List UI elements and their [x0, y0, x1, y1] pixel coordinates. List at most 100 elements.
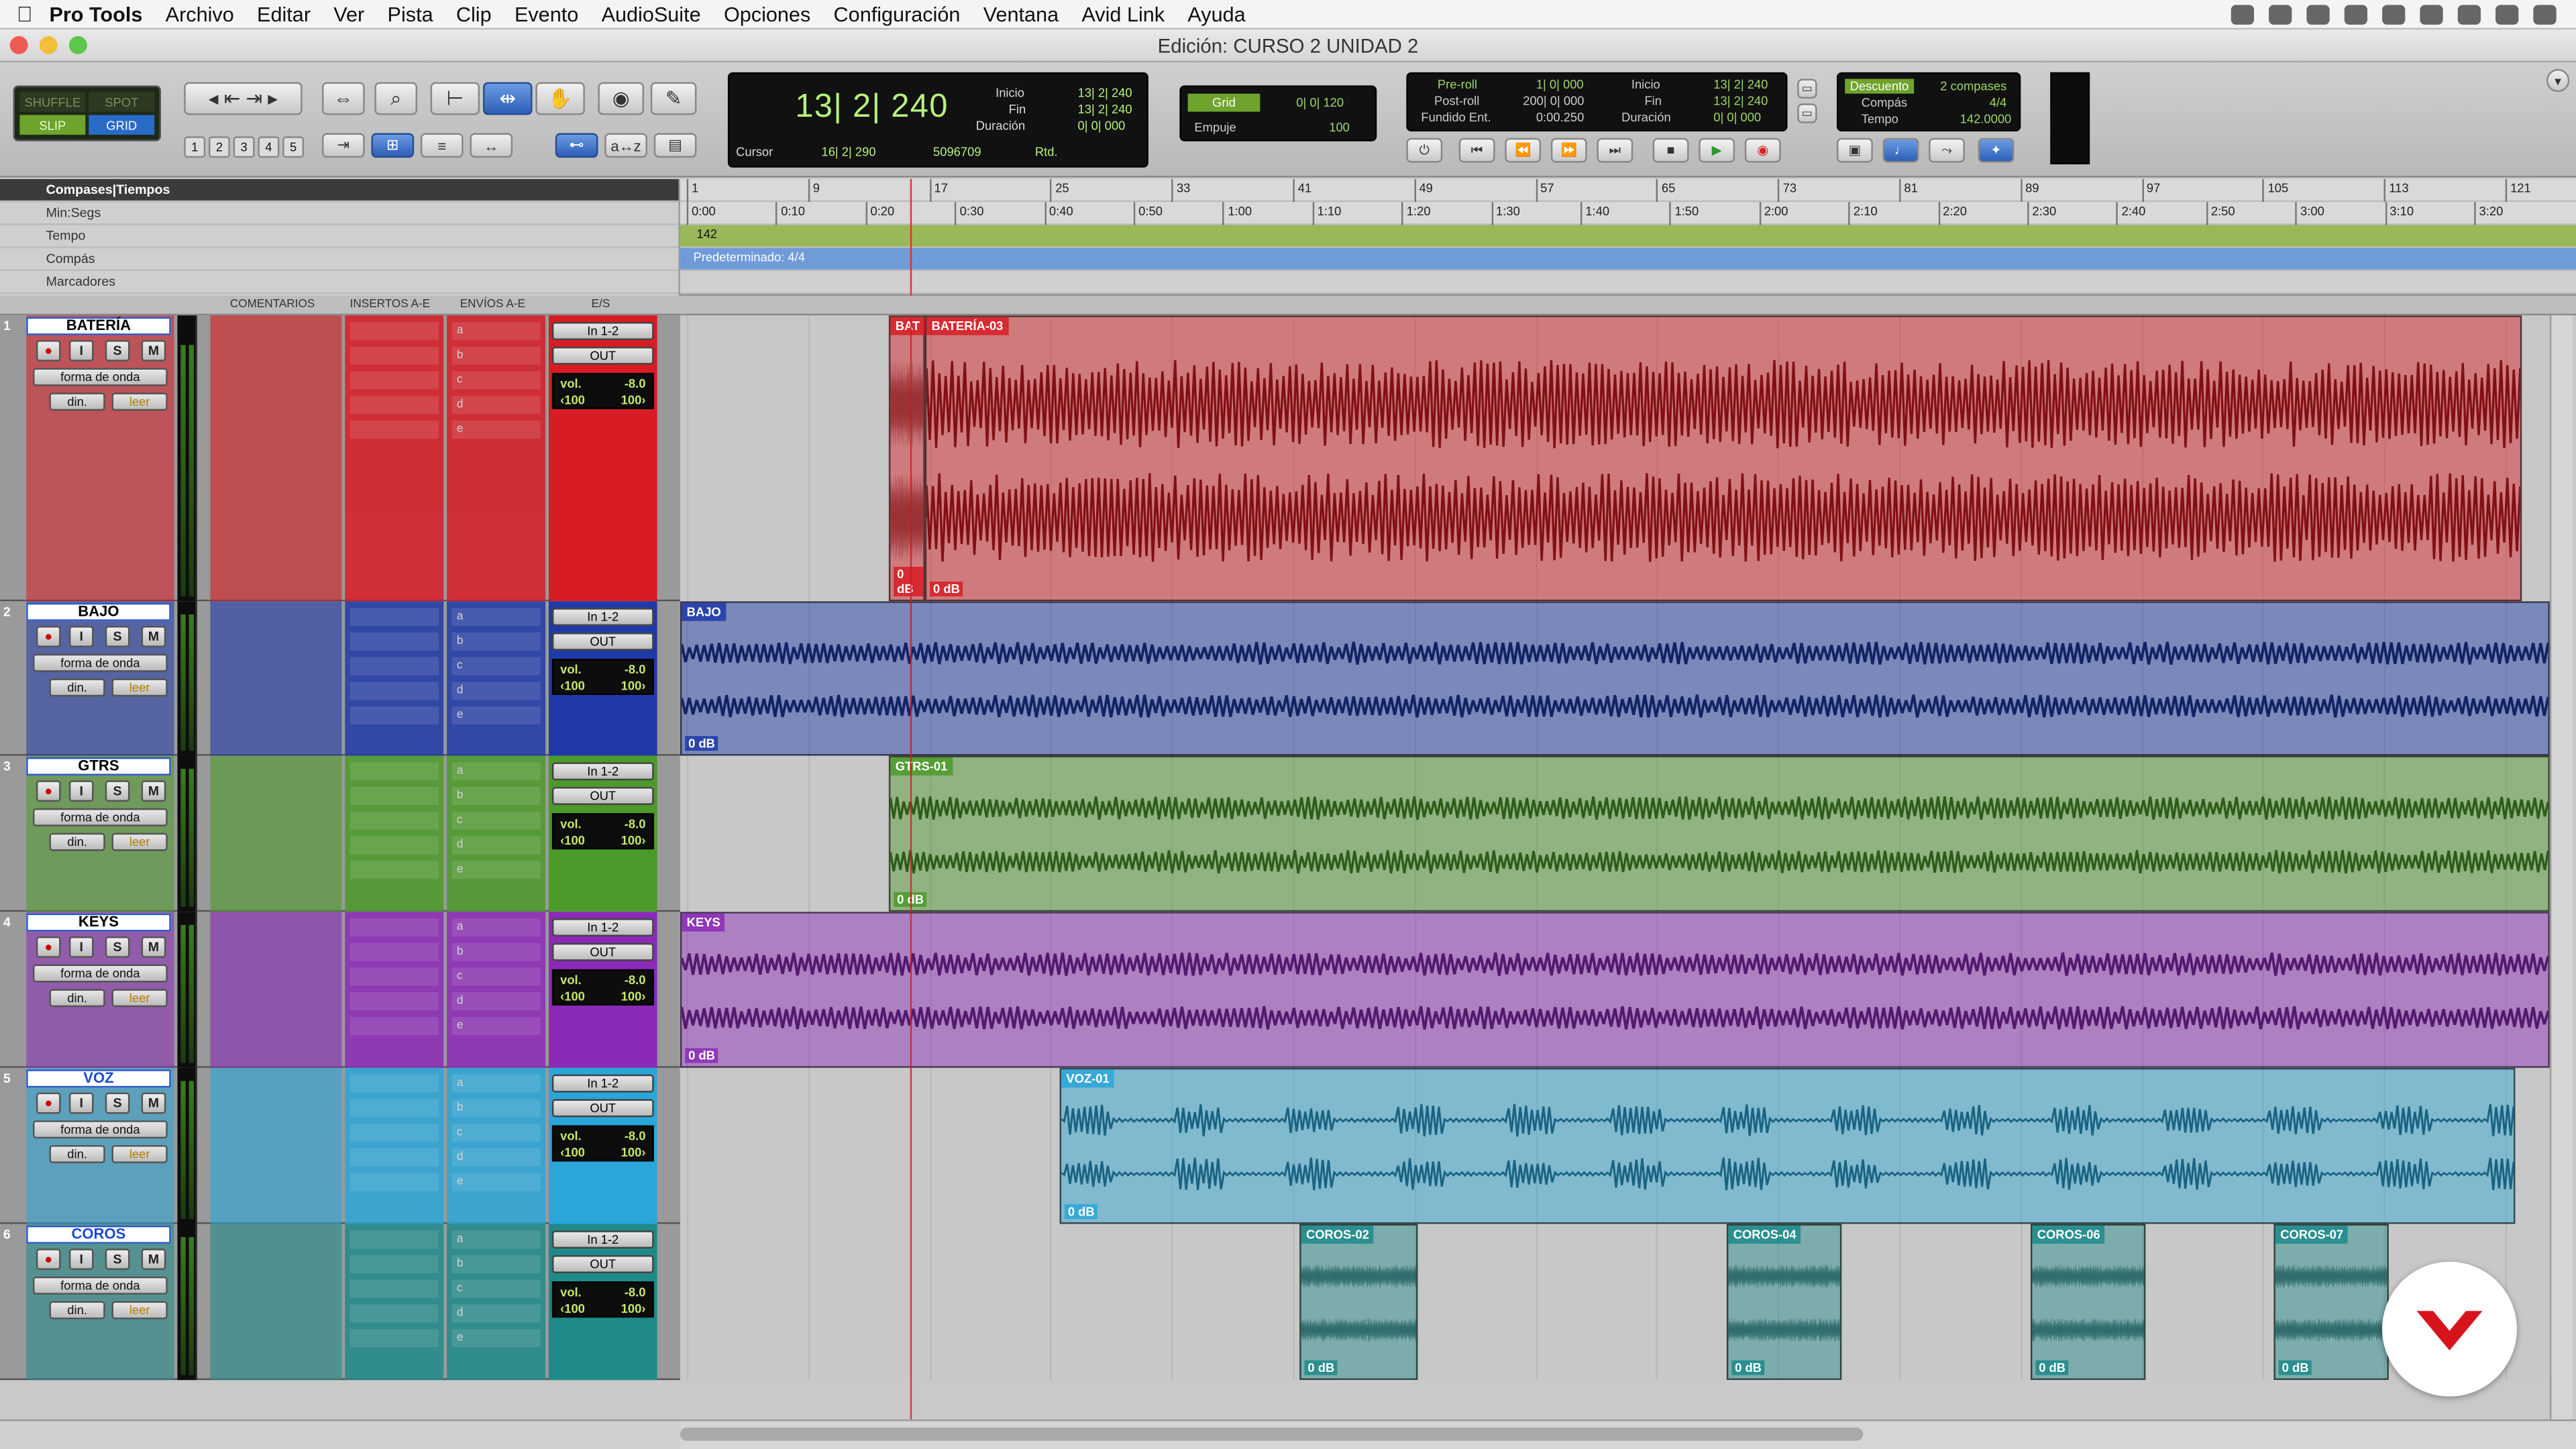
track-playlist-lane[interactable]: BAT 0 dB BATERÍA-03 0 dB	[680, 315, 2576, 602]
scroll-thumb[interactable]	[680, 1428, 1864, 1441]
audio-clip[interactable]: COROS-07 0 dB	[2273, 1224, 2389, 1381]
insert-slot[interactable]	[350, 836, 439, 855]
solo-button[interactable]: S	[105, 339, 130, 362]
insert-slot[interactable]	[350, 1124, 439, 1142]
zoom-preset-5[interactable]: 5	[282, 136, 305, 158]
minsegs-ruler[interactable]: 0:00 0:10 0:20 0:30 0:40 0:50 1:00 1:10 1:20 1:30…	[680, 202, 2576, 225]
send-slot[interactable]: e	[451, 1329, 541, 1348]
ruler-minsegs[interactable]: Min:Segs	[0, 202, 679, 225]
go-to-end-icon[interactable]: ⏭	[1597, 138, 1633, 163]
track-playlist-lane[interactable]: VOZ-01 0 dB	[680, 1067, 2576, 1224]
insert-slot[interactable]	[350, 1148, 439, 1167]
insert-slot[interactable]	[350, 787, 439, 806]
mute-button[interactable]: M	[141, 339, 166, 362]
send-slot[interactable]: b	[451, 346, 541, 365]
send-slot[interactable]: c	[451, 1124, 541, 1142]
track-name[interactable]: BATERÍA	[26, 317, 171, 335]
track-view-selector[interactable]: forma de onda	[32, 368, 168, 386]
insert-slot[interactable]	[350, 1279, 439, 1298]
vol-value[interactable]: -8.0	[625, 816, 646, 833]
insert-slot[interactable]	[350, 992, 439, 1011]
volume-icon[interactable]	[2457, 4, 2481, 24]
mute-button[interactable]: M	[141, 626, 166, 647]
midi-merge-icon[interactable]: ⤳	[1929, 138, 1966, 163]
comments-field[interactable]	[210, 755, 342, 912]
empuje-value[interactable]: 100	[1329, 120, 1350, 135]
shuffle-mode-button[interactable]: SHUFFLE	[19, 92, 86, 112]
zoomer-tool-icon[interactable]: ⇔	[322, 82, 365, 115]
volume-pan-display[interactable]: vol. -8.0 ‹100 100›	[551, 659, 654, 695]
meter-ruler[interactable]: Predeterminado: 4/4	[680, 248, 2576, 272]
output-selector[interactable]: OUT	[551, 632, 654, 651]
input-selector[interactable]: In 1-2	[551, 918, 654, 936]
track-view-selector[interactable]: forma de onda	[32, 1276, 168, 1295]
track-view-selector[interactable]: forma de onda	[32, 653, 168, 672]
clip-gain[interactable]: 0 dB	[2278, 1360, 2312, 1375]
track-playlist-lane[interactable]: COROS-02 0 dB COROS-04 0 dB COROS-06 0 dB CORO…	[680, 1224, 2576, 1381]
insert-slot[interactable]	[350, 1304, 439, 1323]
input-selector[interactable]: In 1-2	[551, 1074, 654, 1093]
audio-clip[interactable]: BAJO 0 dB	[680, 601, 2550, 756]
output-selector[interactable]: OUT	[551, 1255, 654, 1273]
insert-slot[interactable]	[350, 1016, 439, 1035]
dynamics-button[interactable]: din.	[49, 678, 105, 697]
pan-left-value[interactable]: ‹100	[560, 1145, 585, 1160]
mute-button[interactable]: M	[141, 1248, 166, 1271]
menu-ventana[interactable]: Ventana	[983, 3, 1059, 25]
insert-slot[interactable]	[350, 346, 439, 365]
send-slot[interactable]: d	[451, 836, 541, 855]
zoom-preset-3[interactable]: 3	[233, 136, 255, 158]
pan-right-value[interactable]: 100›	[621, 1145, 646, 1161]
send-slot[interactable]: a	[451, 762, 541, 781]
pan-left-value[interactable]: ‹100	[560, 678, 585, 693]
bluetooth-icon[interactable]	[2382, 4, 2406, 24]
automation-mode-selector[interactable]: leer	[111, 678, 168, 697]
vol-value[interactable]: -8.0	[625, 1128, 646, 1144]
send-slot[interactable]: c	[451, 967, 541, 986]
output-selector[interactable]: OUT	[551, 346, 654, 365]
ruler-marcadores[interactable]: Marcadores	[0, 271, 679, 294]
mute-button[interactable]: M	[141, 1092, 166, 1114]
dynamics-button[interactable]: din.	[49, 392, 105, 411]
send-slot[interactable]: a	[451, 1074, 541, 1093]
record-arm-button[interactable]: ●	[36, 1092, 61, 1114]
send-slot[interactable]: e	[451, 861, 541, 879]
input-selector[interactable]: In 1-2	[551, 1230, 654, 1249]
send-slot[interactable]: d	[451, 396, 541, 415]
pan-left-value[interactable]: ‹100	[560, 989, 585, 1004]
comments-field[interactable]	[210, 1067, 342, 1224]
automation-mode-selector[interactable]: leer	[111, 1144, 168, 1163]
input-monitor-button[interactable]: I	[68, 936, 94, 958]
track-name[interactable]: BAJO	[26, 602, 171, 621]
solo-button[interactable]: S	[105, 1092, 130, 1114]
send-slot[interactable]: d	[451, 682, 541, 700]
track-playlist-lane[interactable]: KEYS 0 dB	[680, 912, 2576, 1068]
menu-clip[interactable]: Clip	[456, 3, 492, 25]
send-slot[interactable]: c	[451, 371, 541, 390]
menu-pista[interactable]: Pista	[388, 3, 433, 25]
record-icon[interactable]: ◉	[1744, 138, 1781, 163]
pan-right-value[interactable]: 100›	[621, 1301, 646, 1318]
horizontal-scrollbar[interactable]	[680, 1419, 2576, 1449]
ruler-compases[interactable]: Compases|Tiempos	[0, 178, 679, 203]
insert-slot[interactable]	[350, 918, 439, 936]
menu-ver[interactable]: Ver	[333, 3, 364, 25]
transport-duracion[interactable]: 0| 0| 000	[1713, 110, 1761, 125]
postroll-value[interactable]: 200| 0| 000	[1523, 94, 1584, 109]
input-selector[interactable]: In 1-2	[551, 322, 654, 340]
vol-value[interactable]: -8.0	[625, 376, 646, 392]
dynamics-button[interactable]: din.	[49, 833, 105, 851]
send-slot[interactable]: b	[451, 787, 541, 806]
zoom-preset-1[interactable]: 1	[184, 136, 206, 158]
comments-field[interactable]	[210, 315, 342, 602]
volume-pan-display[interactable]: vol. -8.0 ‹100 100›	[551, 813, 654, 850]
send-slot[interactable]: b	[451, 1255, 541, 1273]
volume-pan-display[interactable]: vol. -8.0 ‹100 100›	[551, 1281, 654, 1318]
send-slot[interactable]: e	[451, 1016, 541, 1035]
clip-name[interactable]: BAJO	[682, 602, 727, 621]
automation-mode-selector[interactable]: leer	[111, 989, 168, 1008]
track-name[interactable]: GTRS	[26, 757, 171, 775]
vol-value[interactable]: -8.0	[625, 1285, 646, 1301]
automation-mode-selector[interactable]: leer	[111, 833, 168, 851]
stop-icon[interactable]: ■	[1652, 138, 1689, 163]
